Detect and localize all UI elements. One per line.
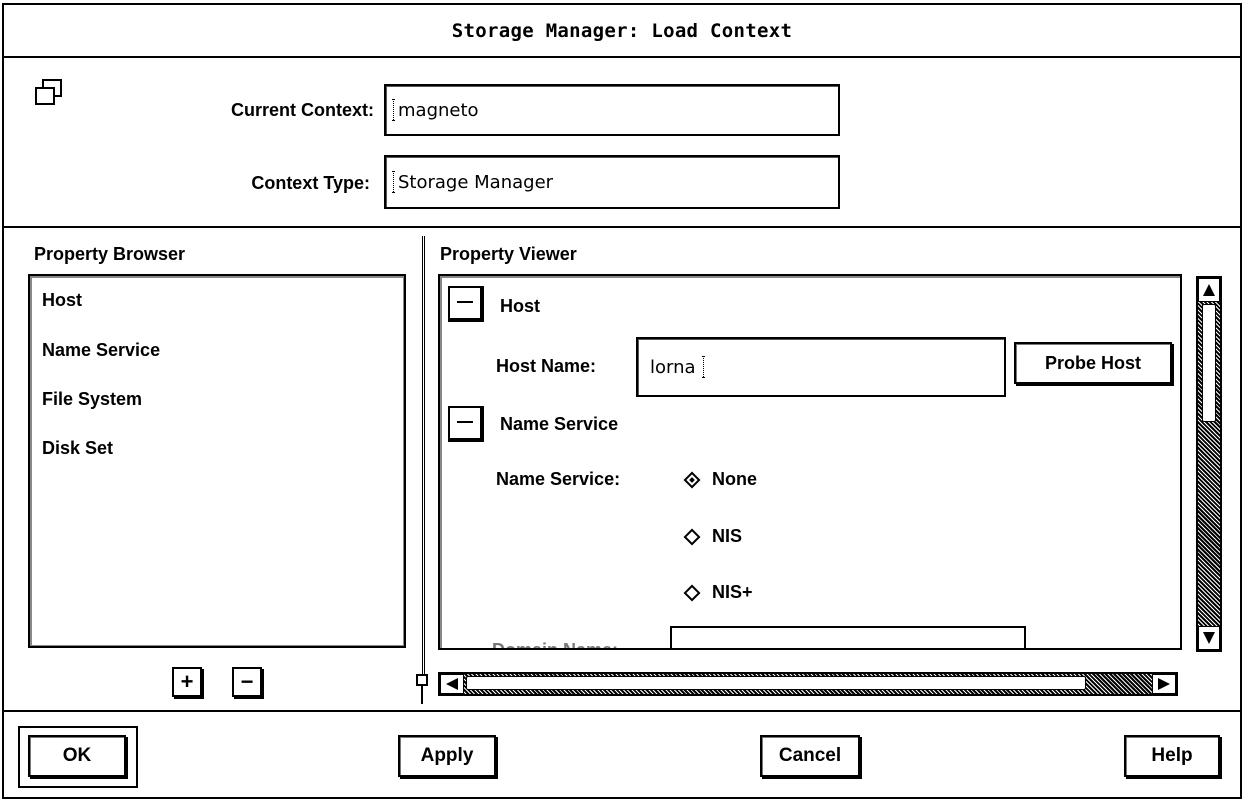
host-name-value: lorna xyxy=(650,356,696,378)
property-browser-title: Property Browser xyxy=(34,244,186,264)
apply-button[interactable]: Apply xyxy=(398,735,496,777)
current-context-field[interactable]: magneto xyxy=(384,84,840,136)
current-context-label: Current Context: xyxy=(231,100,374,120)
radio-nis-label: NIS xyxy=(712,526,743,546)
current-context-value: magneto xyxy=(398,99,479,121)
pane-splitter[interactable] xyxy=(422,236,425,676)
context-type-value: Storage Manager xyxy=(398,171,554,193)
radio-none-label: None xyxy=(712,469,757,489)
browser-item-disk-set[interactable]: Disk Set xyxy=(42,438,113,459)
host-name-label: Host Name: xyxy=(496,356,597,376)
host-name-field[interactable]: lorna xyxy=(636,337,1006,397)
radio-selected-icon xyxy=(683,471,701,488)
radio-unselected-icon xyxy=(683,528,701,545)
probe-host-button[interactable]: Probe Host xyxy=(1014,342,1172,384)
browser-item-file-system[interactable]: File System xyxy=(42,389,142,410)
radio-unselected-icon xyxy=(683,584,701,601)
scroll-right-arrow-icon[interactable] xyxy=(1152,674,1176,694)
ok-button[interactable]: OK xyxy=(28,735,126,777)
minus-icon: − xyxy=(240,669,254,694)
property-viewer-pane[interactable]: Host Host Name: lorna Probe Host Name Se… xyxy=(438,274,1182,650)
plus-icon: + xyxy=(180,669,194,694)
property-viewer-title: Property Viewer xyxy=(440,244,577,264)
header-divider xyxy=(4,226,1240,228)
radio-none[interactable]: None xyxy=(682,469,757,490)
domain-name-label: Domain Name: xyxy=(492,640,619,650)
horizontal-scroll-thumb[interactable] xyxy=(466,676,1086,690)
add-property-button[interactable]: + xyxy=(172,667,202,697)
text-cursor-icon xyxy=(392,171,396,193)
context-type-label: Context Type: xyxy=(251,173,370,193)
name-service-section-title: Name Service xyxy=(500,414,619,434)
text-cursor-icon xyxy=(702,356,706,378)
remove-property-button[interactable]: − xyxy=(232,667,262,697)
scroll-up-arrow-icon[interactable] xyxy=(1198,278,1220,302)
cancel-button[interactable]: Cancel xyxy=(760,735,860,777)
splitter-stem xyxy=(421,686,423,704)
browser-item-host[interactable]: Host xyxy=(42,290,82,311)
browser-item-name-service[interactable]: Name Service xyxy=(42,340,160,361)
property-browser-list[interactable]: Host Name Service File System Disk Set xyxy=(28,274,406,648)
domain-name-field[interactable] xyxy=(670,626,1026,648)
footer-divider xyxy=(4,710,1240,712)
collapse-host-button[interactable] xyxy=(448,286,484,322)
context-type-field[interactable]: Storage Manager xyxy=(384,155,840,209)
splitter-handle[interactable] xyxy=(416,674,428,686)
host-section-title: Host xyxy=(500,296,540,316)
text-cursor-icon xyxy=(392,99,396,121)
name-service-label: Name Service: xyxy=(496,469,621,489)
radio-nis-plus-label: NIS+ xyxy=(712,582,753,602)
radio-nis-plus[interactable]: NIS+ xyxy=(682,582,753,603)
collapse-name-service-button[interactable] xyxy=(448,406,484,442)
vertical-scroll-thumb[interactable] xyxy=(1202,304,1216,422)
window-title: Storage Manager: Load Context xyxy=(451,19,793,42)
scroll-left-arrow-icon[interactable] xyxy=(440,674,464,694)
title-bar[interactable]: Storage Manager: Load Context xyxy=(4,5,1240,58)
radio-nis[interactable]: NIS xyxy=(682,526,742,547)
help-button[interactable]: Help xyxy=(1124,735,1220,777)
window-restore-icon xyxy=(34,78,66,108)
scroll-down-arrow-icon[interactable] xyxy=(1198,626,1220,650)
